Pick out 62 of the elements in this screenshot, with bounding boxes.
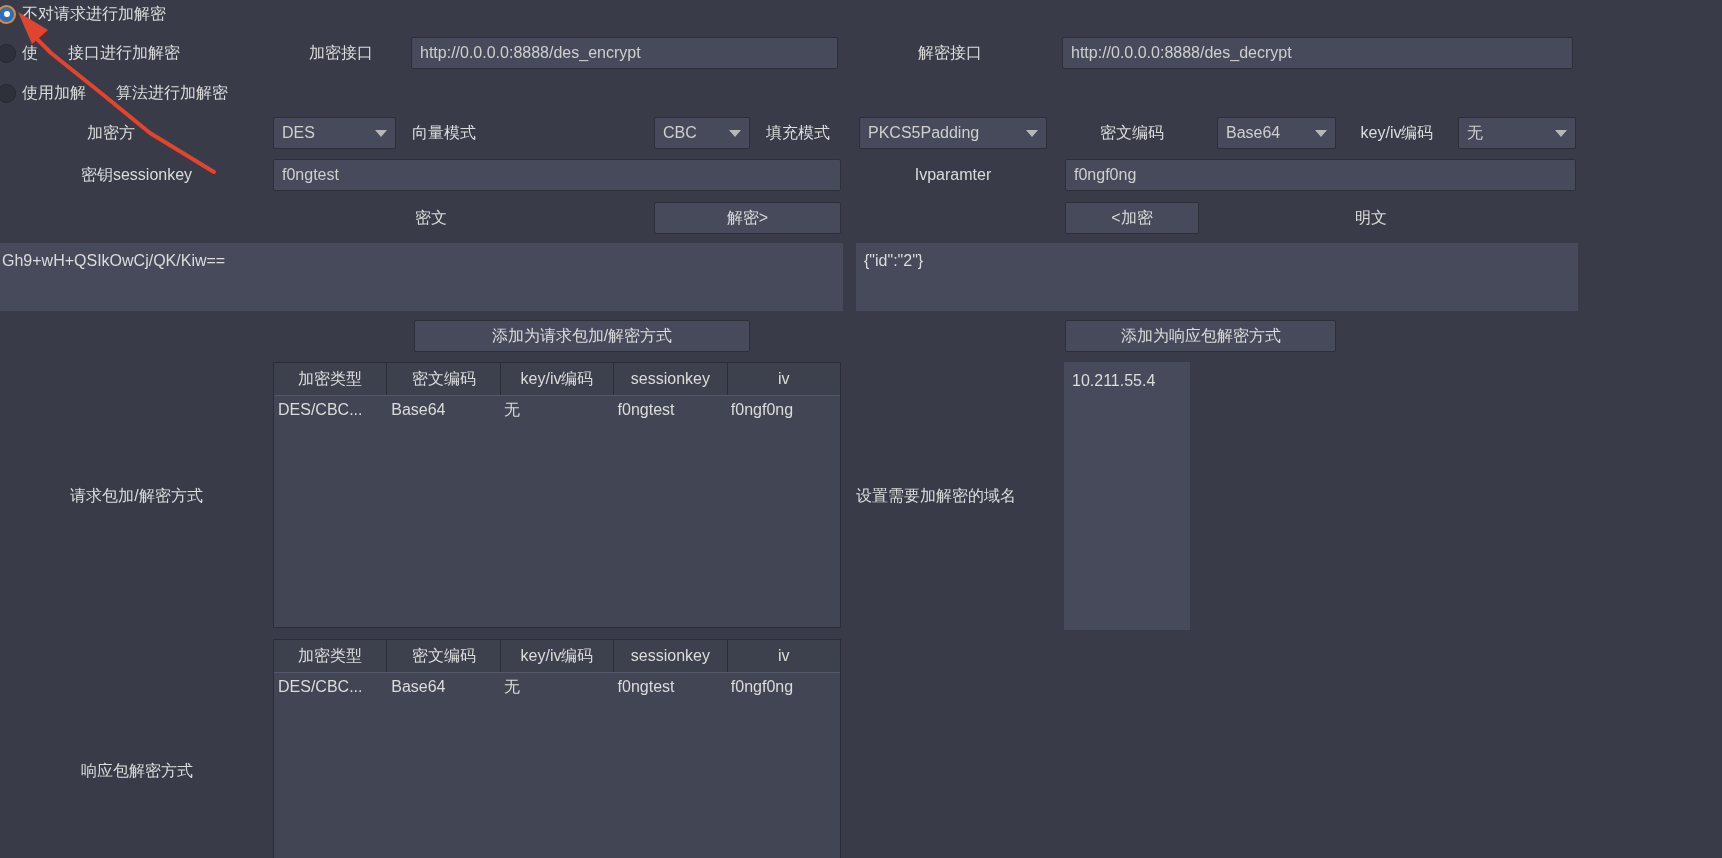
radio-button[interactable] <box>0 43 16 63</box>
column-header[interactable]: 加密类型 <box>274 363 388 395</box>
field-label: 加密接口 <box>307 43 374 63</box>
table-cell-text: DES/CBC... <box>277 677 364 697</box>
table-cell-text: 无 <box>503 677 522 697</box>
text-field[interactable]: http://0.0.0.0:8888/des_encrypt <box>411 37 838 69</box>
list-item[interactable]: 10.211.55.4 <box>1064 368 1190 394</box>
field-label: 密钥sessionkey <box>79 165 194 185</box>
field-label: 填充模式 <box>765 123 831 143</box>
button[interactable]: 解密> <box>654 202 841 234</box>
button[interactable]: <加密 <box>1065 202 1199 234</box>
column-header[interactable]: iv <box>727 363 841 395</box>
table-cell-text: f0ngf0ng <box>729 677 795 697</box>
section-label: 响应包解密方式 <box>80 761 193 781</box>
radio-button[interactable] <box>0 4 16 24</box>
text-field[interactable]: f0ngtest <box>273 159 841 191</box>
radio-label: 算法进行加解密 <box>116 83 228 103</box>
dropdown[interactable]: DES <box>273 117 396 149</box>
column-header[interactable]: key/iv编码 <box>500 640 615 672</box>
field-label: 解密接口 <box>917 43 983 63</box>
dropdown[interactable]: Base64 <box>1217 117 1336 149</box>
dropdown[interactable]: PKCS5Padding <box>859 117 1047 149</box>
text-field[interactable]: f0ngf0ng <box>1065 159 1576 191</box>
button[interactable]: 添加为响应包解密方式 <box>1065 320 1336 352</box>
caret-icon <box>1555 129 1567 137</box>
table-cell-text: Base64 <box>390 400 447 420</box>
caret-icon <box>1026 129 1038 137</box>
section-label: 设置需要加解密的域名 <box>856 486 1016 506</box>
field-label: 明文 <box>1354 208 1388 228</box>
section-label: 请求包加/解密方式 <box>70 486 203 506</box>
ciphertext-area[interactable]: Gh9+wH+QSIkOwCj/QK/Kiw== <box>0 243 843 311</box>
text-field[interactable]: http://0.0.0.0:8888/des_decrypt <box>1062 37 1573 69</box>
column-header[interactable]: sessionkey <box>614 363 728 395</box>
radio-label: 使 <box>22 43 38 63</box>
column-header[interactable]: iv <box>727 640 841 672</box>
caret-icon <box>375 129 387 137</box>
field-label: 向量模式 <box>411 123 477 143</box>
radio-label: 接口进行加解密 <box>68 43 180 63</box>
table-cell-text: f0ngtest <box>616 677 676 697</box>
field-label: 密文 <box>414 208 448 228</box>
field-label: 密文编码 <box>1099 123 1165 143</box>
dropdown[interactable]: CBC <box>654 117 750 149</box>
radio-button[interactable] <box>0 83 16 103</box>
table-cell-text: f0ngf0ng <box>729 400 795 420</box>
plaintext-area[interactable]: {"id":"2"} <box>856 243 1578 311</box>
table-cell-text: f0ngtest <box>616 400 676 420</box>
column-header[interactable]: 加密类型 <box>274 640 388 672</box>
button[interactable]: 添加为请求包加/解密方式 <box>414 320 750 352</box>
table-cell-text: Base64 <box>390 677 447 697</box>
radio-label: 使用加解 <box>22 83 86 103</box>
dropdown[interactable]: 无 <box>1458 117 1576 149</box>
table-cell-text: 无 <box>503 400 522 420</box>
column-header[interactable]: 密文编码 <box>387 640 501 672</box>
caret-icon <box>1315 129 1327 137</box>
field-label: 加密方 <box>86 123 136 143</box>
field-label: Ivparamter <box>913 165 993 185</box>
caret-icon <box>729 129 741 137</box>
field-label: key/iv编码 <box>1359 123 1435 143</box>
table-cell-text: DES/CBC... <box>277 400 364 420</box>
column-header[interactable]: sessionkey <box>614 640 728 672</box>
column-header[interactable]: 密文编码 <box>387 363 501 395</box>
column-header[interactable]: key/iv编码 <box>500 363 615 395</box>
